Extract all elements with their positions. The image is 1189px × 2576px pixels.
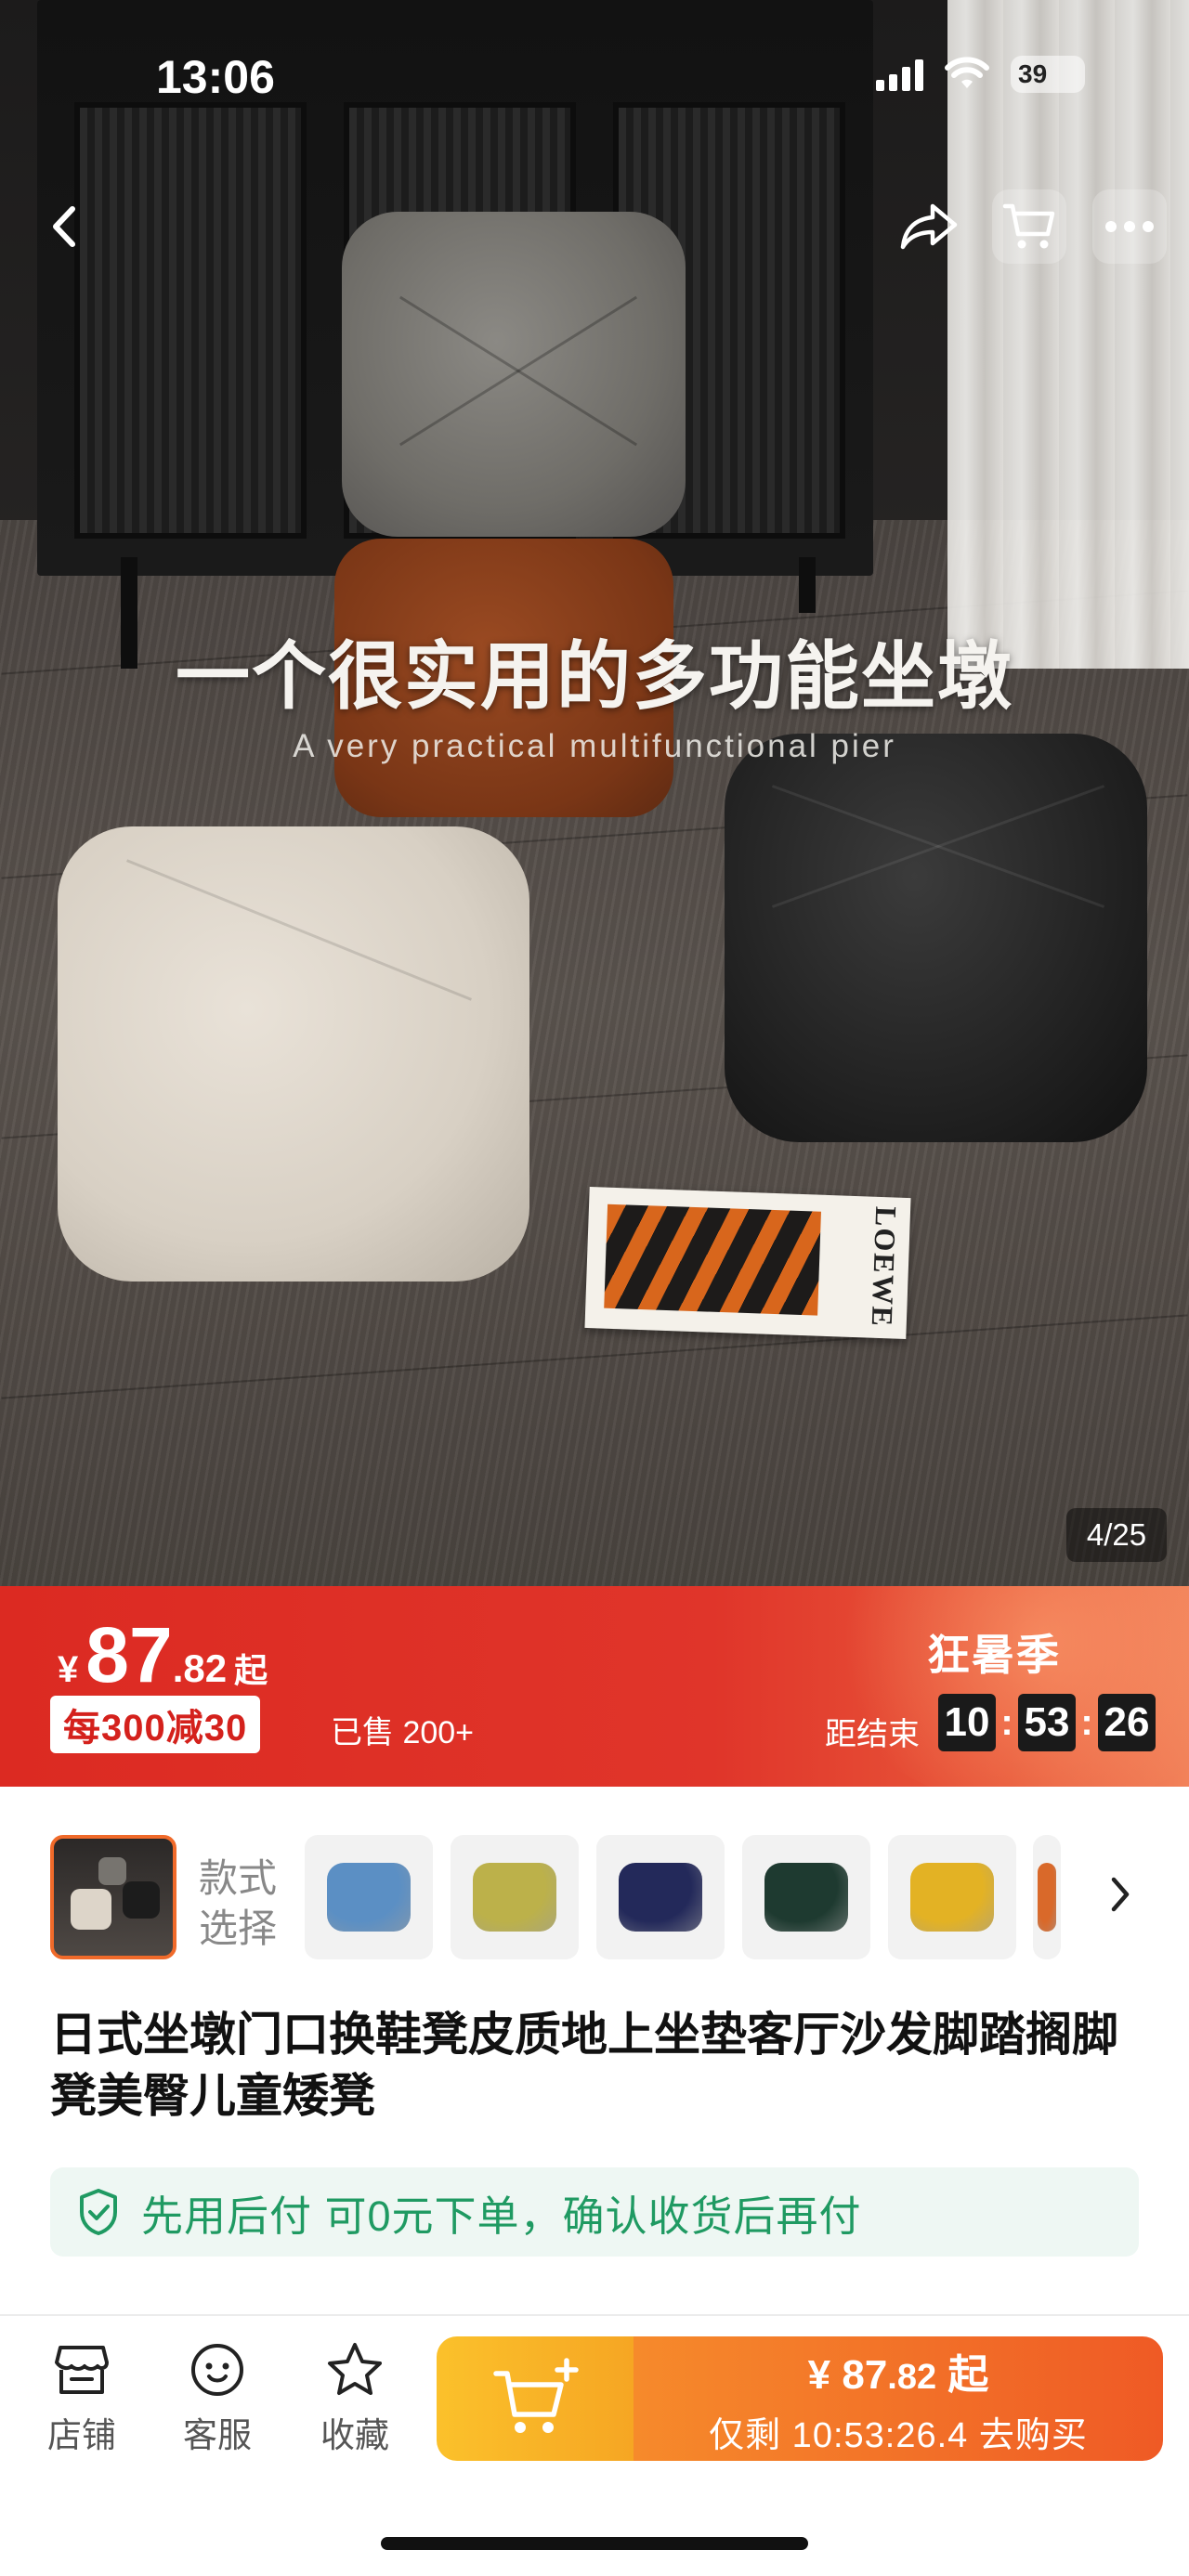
- customer-service-icon: [191, 2344, 243, 2396]
- signal-icon: [876, 58, 923, 91]
- price: ¥ 87 .82 起: [58, 1610, 268, 1700]
- buy-price: ¥ 87.82 起: [808, 2341, 989, 2400]
- chevron-right-icon: [1111, 1877, 1130, 1912]
- hero-subheadline: A very practical multifunctional pier: [293, 728, 896, 764]
- countdown: 10 : 53 : 26: [938, 1694, 1156, 1751]
- style-swatch-blue[interactable]: [305, 1835, 433, 1959]
- store-icon: [55, 2346, 109, 2394]
- cart-icon: [1002, 203, 1055, 249]
- buy-now-button[interactable]: ¥ 87.82 起 仅剩 10:53:26.4 去购买: [634, 2336, 1163, 2461]
- home-indicator: [381, 2537, 808, 2550]
- more-icon: [1105, 221, 1154, 232]
- buy-price-currency: ¥: [807, 2351, 843, 2398]
- countdown-minutes: 53: [1018, 1694, 1076, 1751]
- price-integer: 87: [85, 1611, 173, 1698]
- purchase-bar: ¥ 87.82 起 仅剩 10:53:26.4 去购买: [437, 2336, 1163, 2461]
- status-icons: 39: [876, 56, 1085, 93]
- tab-customer-service-label: 客服: [183, 2416, 252, 2454]
- pay-later-text: 先用后付 可0元下单，确认收货后再付: [141, 2192, 862, 2240]
- shield-check-icon: [80, 2189, 117, 2235]
- sold-count: 已售 200+: [331, 1715, 475, 1750]
- style-thumb-selected[interactable]: [50, 1835, 176, 1959]
- style-swatch-dark-green[interactable]: [742, 1835, 870, 1959]
- countdown-hours: 10: [938, 1694, 996, 1751]
- tab-store[interactable]: 店铺: [26, 2338, 137, 2457]
- wifi-icon: [945, 57, 989, 88]
- style-swatch-mustard[interactable]: [888, 1835, 1016, 1959]
- image-counter: 4/25: [1066, 1508, 1167, 1562]
- tab-favorite-label: 收藏: [320, 2416, 389, 2454]
- buy-countdown-text: 仅剩 10:53:26.4 去购买: [709, 2415, 1088, 2455]
- more-button[interactable]: [1092, 189, 1167, 264]
- chevron-left-icon: [53, 206, 75, 247]
- magazine: LOEWE: [584, 1187, 911, 1339]
- price-decimal: .82: [172, 1646, 228, 1690]
- product-image-carousel[interactable]: LOEWE 一个很实用的多功能坐墩 A very practical multi…: [0, 0, 1189, 1586]
- style-swatch-navy[interactable]: [596, 1835, 725, 1959]
- share-icon: [900, 203, 958, 250]
- countdown-label: 距结束: [825, 1717, 920, 1752]
- background-curtain: [947, 0, 1189, 669]
- status-time: 13:06: [156, 51, 275, 103]
- buy-price-integer: 87: [842, 2351, 888, 2398]
- coupon-badge[interactable]: 每300减30: [50, 1696, 261, 1753]
- hero-headline: 一个很实用的多功能坐墩: [176, 632, 1013, 720]
- cart-button[interactable]: [992, 189, 1066, 264]
- share-button[interactable]: [892, 189, 966, 264]
- price-currency: ¥: [58, 1649, 79, 1690]
- pay-later-banner[interactable]: 先用后付 可0元下单，确认收货后再付: [50, 2167, 1139, 2257]
- style-selector: 款式选择: [0, 1833, 1189, 1963]
- price-suffix: 起: [234, 1651, 268, 1689]
- style-next-button[interactable]: [1092, 1867, 1148, 1922]
- magazine-logo-text: LOEWE: [865, 1205, 904, 1329]
- style-label: 款式选择: [199, 1856, 278, 1950]
- buy-price-decimal: .82: [887, 2357, 937, 2397]
- style-swatch-olive[interactable]: [451, 1835, 579, 1959]
- countdown-seconds: 26: [1098, 1694, 1156, 1751]
- tab-customer-service[interactable]: 客服: [162, 2338, 273, 2457]
- pouf-cream: [58, 826, 529, 1281]
- add-to-cart-button[interactable]: [437, 2336, 634, 2461]
- star-icon: [328, 2343, 382, 2395]
- style-swatch-orange[interactable]: [1033, 1835, 1061, 1959]
- back-button[interactable]: [28, 189, 102, 264]
- promo-banner: ¥ 87 .82 起 每300减30 已售 200+ 狂暑季 距结束 10 : …: [0, 1586, 1189, 1787]
- season-label: 狂暑季: [927, 1631, 1061, 1679]
- pouf-black: [725, 734, 1147, 1142]
- battery-icon: 39: [1011, 56, 1085, 93]
- tab-favorite[interactable]: 收藏: [299, 2338, 411, 2457]
- tab-store-label: 店铺: [47, 2416, 116, 2454]
- battery-level: 39: [1018, 59, 1048, 88]
- product-title: 日式坐墩门口换鞋凳皮质地上坐垫客厅沙发脚踏搁脚凳美臀儿童矮凳: [50, 2009, 1118, 2122]
- buy-price-suffix: 起: [936, 2351, 989, 2398]
- pouf-grey: [342, 212, 686, 537]
- add-cart-icon: [493, 2358, 579, 2433]
